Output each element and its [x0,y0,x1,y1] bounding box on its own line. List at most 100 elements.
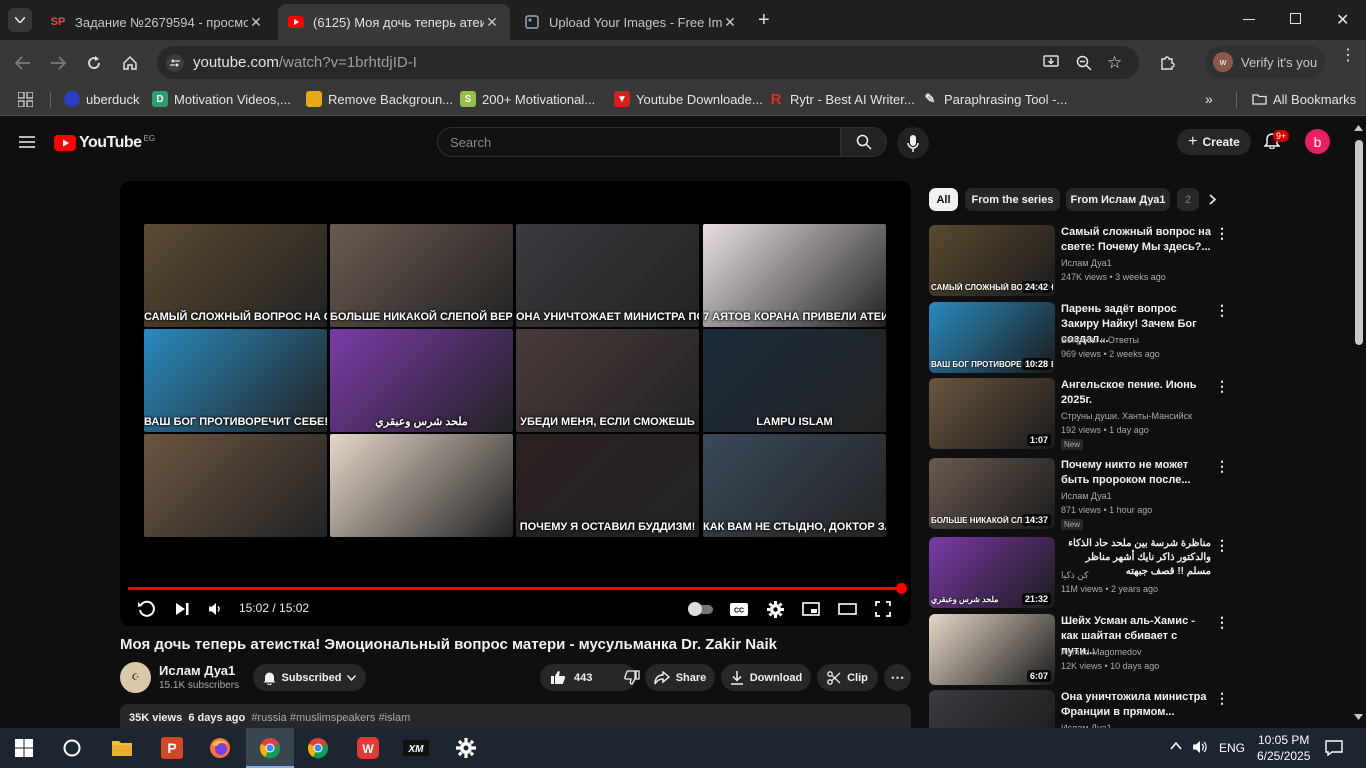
install-app-icon[interactable] [1043,55,1059,69]
rec-channel[interactable]: كن ذكيا [1061,570,1088,581]
apps-grid-icon[interactable] [18,92,33,107]
recommended-video[interactable]: 6:07 Шейх Усман аль-Хамис - как шайтан сб… [929,614,1229,686]
close-tab-icon[interactable]: ✕ [248,14,264,31]
more-options-icon[interactable]: ⋮ [1215,614,1229,631]
tab-search-button[interactable] [8,8,32,32]
endscreen-video-card[interactable]: САМЫЙ СЛОЖНЫЙ ВОПРОС НА СВЕТЕ [144,224,327,327]
rec-title[interactable]: Ангельское пение. Июнь 2025г. [1061,378,1211,408]
subtitles-button[interactable]: CC [729,599,749,619]
progress-bar[interactable] [128,587,901,590]
tray-overflow-icon[interactable] [1170,742,1182,750]
like-button[interactable]: 443 [550,670,592,685]
profile-verify-button[interactable]: w Verify it's you [1205,45,1325,79]
channel-avatar[interactable]: ☪ [120,662,151,693]
zoom-icon[interactable] [1076,55,1092,71]
youtube-logo[interactable]: YouTube EG [54,134,155,152]
chip-from-channel[interactable]: From Ислам Дуа1 [1066,188,1170,211]
video-thumbnail[interactable]: САМЫЙ СЛОЖНЫЙ ВОПРОС НА СВЕТЕ24:42 [929,225,1055,296]
autoplay-toggle[interactable] [688,599,714,619]
share-button[interactable]: Share [645,664,715,691]
clip-button[interactable]: Clip [817,664,878,691]
firefox-button[interactable] [196,728,244,768]
file-explorer-button[interactable] [98,728,146,768]
rec-channel[interactable]: Вопросы и Ответы [1061,335,1139,345]
recommended-video[interactable]: БОЛЬШЕ НИКАКОЙ СЛЕПО 14:37 Почему никто не… [929,458,1229,530]
search-button[interactable] [840,127,887,157]
endscreen-video-card[interactable]: ОНА УНИЧТОЖАЕТ МИНИСТРА ПО ТЬ [516,224,699,327]
tab-upload-images[interactable]: Upload Your Images - Free Imag ✕ [514,4,748,40]
restore-button[interactable] [1290,13,1301,24]
channel-name[interactable]: Ислам Дуа1 [159,663,235,678]
chrome-profile-button[interactable] [246,728,294,768]
rec-title[interactable]: Самый сложный вопрос на свете: Почему Мы… [1061,225,1211,255]
rec-channel[interactable]: Ahmed Magomedov [1061,647,1142,657]
more-options-icon[interactable]: ⋮ [1215,378,1229,395]
more-options-icon[interactable]: ⋮ [1215,690,1229,707]
address-bar[interactable]: youtube.com/watch?v=1brhtdjID-I ☆ [157,46,1139,79]
endscreen-video-card[interactable]: ВАШ БОГ ПРОТИВОРЕЧИТ СЕБЕ! [144,329,327,432]
site-info-icon[interactable] [166,54,184,72]
endscreen-video-card[interactable]: LAMPU ISLAM [703,329,886,432]
bookmark-uberduck[interactable]: uberduck [64,91,139,107]
search-input[interactable]: Search [437,127,841,157]
account-avatar[interactable]: b [1305,129,1330,154]
endscreen-video-card[interactable]: БОЛЬШЕ НИКАКОЙ СЛЕПОЙ ВЕРЫ! [330,224,513,327]
start-button[interactable] [0,728,48,768]
back-button[interactable] [12,52,34,74]
more-options-icon[interactable]: ⋮ [1215,302,1229,319]
endscreen-video-card[interactable]: ПОЧЕМУ Я ОСТАВИЛ БУДДИЗМ! [516,434,699,537]
xm-app-button[interactable]: XM [392,728,440,768]
bookmark-remove-background[interactable]: Remove Backgroun... [306,91,453,107]
video-thumbnail[interactable]: БОЛЬШЕ НИКАКОЙ СЛЕПО 14:37 [929,458,1055,529]
chip-all[interactable]: All [929,188,958,211]
guide-menu-icon[interactable] [19,136,35,148]
video-thumbnail[interactable]: ملحد شرس وعبقري 21:32 [929,537,1055,608]
settings-taskbar-button[interactable] [442,728,490,768]
close-tab-icon[interactable]: ✕ [484,14,500,31]
video-thumbnail[interactable]: ВАШ БОГ ПРОТИВОРЕЧИТ СЕБЕ! 10:28 [929,302,1055,373]
subscribed-button[interactable]: Subscribed [253,664,366,691]
minimize-button[interactable] [1243,19,1255,20]
close-tab-icon[interactable]: ✕ [722,14,738,31]
scroll-down-arrow-icon[interactable] [1354,714,1363,720]
home-button[interactable] [119,52,141,74]
system-clock[interactable]: 10:05 PM 6/25/2025 [1257,732,1310,764]
endscreen-video-card[interactable]: УБЕДИ МЕНЯ, ЕСЛИ СМОЖЕШЬ [516,329,699,432]
chip-from-the-series[interactable]: From the series [965,188,1060,211]
tab-zadanie[interactable]: SP Задание №2679594 - просмотр ✕ [40,4,274,40]
endscreen-video-card[interactable] [144,434,327,537]
scroll-up-arrow-icon[interactable] [1354,125,1363,131]
tab-youtube[interactable]: (6125) Моя дочь теперь атеистка ✕ [278,4,510,40]
scrollbar-thumb[interactable] [1355,140,1363,345]
notifications-center-icon[interactable] [1325,740,1343,756]
endscreen-video-card[interactable] [330,434,513,537]
bookmark-youtube-downloader[interactable]: ▼ Youtube Downloade... [614,91,763,107]
fullscreen-button[interactable] [873,599,893,619]
rec-title[interactable]: Почему никто не может быть пророком посл… [1061,458,1211,488]
forward-button[interactable] [47,52,69,74]
download-button[interactable]: Download [721,664,811,691]
endscreen-video-card[interactable]: ملحد شرس وعبقري [330,329,513,432]
hashtags[interactable]: #russia #muslimspeakers #islam [251,712,410,724]
wps-office-button[interactable]: W [344,728,392,768]
speaker-icon[interactable] [1192,740,1208,754]
language-indicator[interactable]: ENG [1219,741,1245,755]
video-thumbnail[interactable]: 1:07 [929,378,1055,449]
settings-button[interactable] [765,599,785,619]
recommended-video[interactable]: САМЫЙ СЛОЖНЫЙ ВОПРОС НА СВЕТЕ24:42Самый … [929,225,1229,297]
more-options-icon[interactable]: ⋮ [1215,537,1229,554]
bookmark-rytr[interactable]: R Rytr - Best AI Writer... [768,91,915,108]
more-bookmarks-icon[interactable]: » [1205,91,1213,107]
all-bookmarks[interactable]: All Bookmarks [1251,91,1356,107]
recommended-video[interactable]: ВАШ БОГ ПРОТИВОРЕЧИТ СЕБЕ! 10:28 Парень за… [929,302,1229,374]
rec-channel[interactable]: Струны души. Ханты-Мансийск [1061,411,1192,421]
endscreen-video-card[interactable]: 7 АЯТОВ КОРАНА ПРИВЕЛИ АТЕИСТА В ИСЛАМ [703,224,886,327]
miniplayer-button[interactable] [801,599,821,619]
theater-mode-button[interactable] [837,599,857,619]
wps-presentation-button[interactable]: P [148,728,196,768]
volume-button[interactable] [206,599,226,619]
more-options-icon[interactable]: ⋮ [1215,458,1229,475]
bookmark-motivation-videos[interactable]: D Motivation Videos,... [152,91,291,107]
rec-channel[interactable]: Ислам Дуа1 [1061,491,1112,501]
reload-button[interactable] [83,52,105,74]
